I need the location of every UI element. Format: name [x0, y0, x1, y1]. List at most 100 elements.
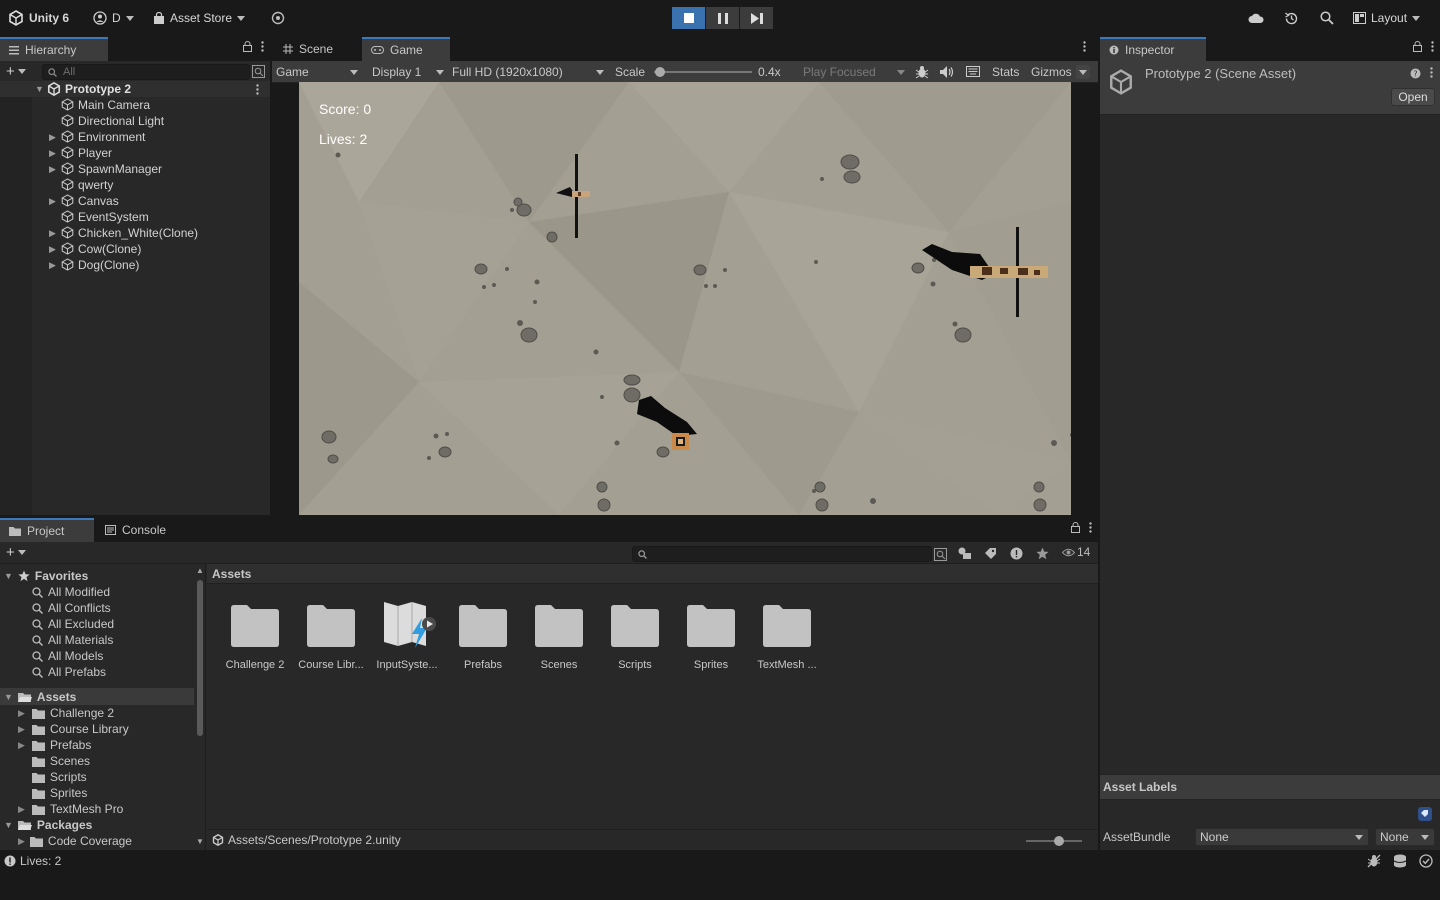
help-icon[interactable]: ?: [1410, 68, 1421, 79]
hierarchy-item[interactable]: ▶ Environment: [0, 129, 270, 145]
kebab-menu-icon[interactable]: [1430, 67, 1433, 78]
play-button[interactable]: [672, 7, 705, 29]
favorite-star-icon[interactable]: [1036, 547, 1049, 560]
cache-server-icon[interactable]: [1393, 854, 1407, 868]
play-focused-dropdown[interactable]: Play Focused: [803, 63, 905, 81]
kebab-menu-icon[interactable]: [261, 41, 264, 52]
scale-slider[interactable]: [654, 67, 752, 77]
asset-store-dropdown[interactable]: Asset Store: [153, 9, 246, 27]
asset-folder-item[interactable]: ▶ Challenge 2: [18, 705, 114, 721]
expand-arrow-icon[interactable]: ▶: [49, 228, 56, 239]
tag-icon[interactable]: [1418, 807, 1432, 821]
asset-folder-item[interactable]: ▶ Prefabs: [18, 737, 91, 753]
favorite-item[interactable]: All Excluded: [32, 616, 114, 632]
hierarchy-item[interactable]: ▶ SpawnManager: [0, 161, 270, 177]
expand-arrow-icon[interactable]: ▶: [18, 836, 25, 847]
gizmos-dropdown-button[interactable]: [1076, 65, 1090, 79]
tab-game[interactable]: Game: [362, 37, 450, 61]
scrollbar-thumb[interactable]: [197, 580, 203, 736]
expand-arrow-icon[interactable]: ▶: [18, 724, 27, 735]
scene-row[interactable]: ▼ Prototype 2: [0, 81, 270, 97]
speaker-icon[interactable]: [940, 66, 954, 78]
hidden-packages-toggle[interactable]: 14: [1062, 545, 1090, 559]
asset-grid-item[interactable]: InputSyste...: [369, 600, 445, 676]
lock-icon[interactable]: [243, 41, 252, 52]
asset-folder-item[interactable]: ▶ TextMesh Pro: [18, 801, 123, 817]
expand-arrow-icon[interactable]: ▼: [4, 820, 13, 830]
expand-arrow-icon[interactable]: ▶: [18, 708, 27, 719]
expand-arrow-icon[interactable]: ▶: [18, 804, 27, 815]
asset-grid-item[interactable]: Scripts: [597, 600, 673, 676]
package-item[interactable]: ▶ Code Coverage: [18, 833, 132, 849]
stats-button[interactable]: Stats: [992, 63, 1019, 81]
hierarchy-item[interactable]: Directional Light: [0, 113, 270, 129]
keyboard-icon[interactable]: [966, 66, 980, 77]
expand-arrow-icon[interactable]: ▶: [49, 148, 56, 159]
asset-grid-item[interactable]: TextMesh ...: [749, 600, 825, 676]
expand-arrow-icon[interactable]: ▶: [18, 740, 27, 751]
assetbundle-dropdown[interactable]: None: [1195, 828, 1369, 846]
create-asset-button[interactable]: +: [6, 545, 26, 560]
asset-folder-item[interactable]: Scripts: [18, 769, 87, 785]
search-scope-icon[interactable]: [934, 548, 947, 561]
hierarchy-item[interactable]: ▶ Dog(Clone): [0, 257, 270, 273]
gizmos-button[interactable]: Gizmos: [1031, 63, 1072, 81]
expand-arrow-icon[interactable]: ▼: [35, 84, 44, 94]
asset-folder-item[interactable]: Sprites: [18, 785, 87, 801]
scroll-down-icon[interactable]: ▼: [196, 837, 204, 846]
favorite-item[interactable]: All Conflicts: [32, 600, 111, 616]
icon-size-slider[interactable]: [1026, 836, 1082, 846]
project-search-input[interactable]: [632, 546, 932, 562]
create-button[interactable]: +: [6, 64, 26, 79]
undo-history-button[interactable]: [1284, 9, 1299, 27]
hierarchy-search-input[interactable]: All: [42, 64, 250, 80]
assets-root[interactable]: ▼ Assets: [4, 689, 76, 705]
asset-grid-item[interactable]: Challenge 2: [217, 600, 293, 676]
favorites-header[interactable]: ▼ Favorites: [4, 568, 88, 584]
favorite-item[interactable]: All Materials: [32, 632, 113, 648]
unity-menu[interactable]: Unity 6: [8, 9, 69, 27]
expand-arrow-icon[interactable]: ▼: [4, 692, 13, 702]
hierarchy-item[interactable]: Main Camera: [0, 97, 270, 113]
hierarchy-item[interactable]: qwerty: [0, 177, 270, 193]
tab-scene[interactable]: Scene: [274, 37, 342, 61]
progress-check-icon[interactable]: [1419, 854, 1433, 868]
assets-breadcrumb[interactable]: Assets: [207, 564, 1098, 584]
asset-grid-item[interactable]: Course Libr...: [293, 600, 369, 676]
tree-scrollbar[interactable]: ▲ ▼: [196, 566, 204, 846]
asset-grid-item[interactable]: Prefabs: [445, 600, 521, 676]
tab-console[interactable]: Console: [96, 518, 175, 542]
asset-folder-item[interactable]: Scenes: [18, 753, 90, 769]
game-viewport[interactable]: Score: 0 Lives: 2: [299, 82, 1071, 515]
step-button[interactable]: [740, 7, 773, 29]
lock-icon[interactable]: [1071, 522, 1080, 533]
cloud-button[interactable]: [1248, 9, 1264, 27]
account-dropdown[interactable]: D: [93, 9, 134, 27]
scene-search-icon[interactable]: [252, 65, 265, 78]
tab-project[interactable]: Project: [0, 518, 94, 542]
tab-hierarchy[interactable]: Hierarchy: [0, 37, 108, 61]
expand-arrow-icon[interactable]: ▶: [49, 132, 56, 143]
hierarchy-item[interactable]: ▶ Canvas: [0, 193, 270, 209]
lock-icon[interactable]: [1413, 41, 1422, 52]
pause-button[interactable]: [706, 7, 739, 29]
bug-icon[interactable]: [915, 65, 929, 79]
kebab-menu-icon[interactable]: [1089, 522, 1092, 533]
expand-arrow-icon[interactable]: ▶: [49, 260, 56, 271]
layout-dropdown[interactable]: Layout: [1353, 9, 1421, 27]
icon-size-handle[interactable]: [1054, 836, 1064, 846]
asset-grid-item[interactable]: Sprites: [673, 600, 749, 676]
scroll-up-icon[interactable]: ▲: [196, 566, 204, 575]
hierarchy-item[interactable]: ▶ Player: [0, 145, 270, 161]
display-dropdown[interactable]: Display 1: [372, 63, 444, 81]
resolution-dropdown[interactable]: Full HD (1920x1080): [452, 63, 604, 81]
favorite-item[interactable]: All Prefabs: [32, 664, 106, 680]
filter-by-type-icon[interactable]: [958, 547, 972, 560]
favorite-item[interactable]: All Models: [32, 648, 103, 664]
scale-slider-handle[interactable]: [654, 67, 665, 77]
hierarchy-item[interactable]: EventSystem: [0, 209, 270, 225]
expand-arrow-icon[interactable]: ▶: [49, 244, 56, 255]
version-control-button[interactable]: [271, 9, 285, 27]
hierarchy-item[interactable]: ▶ Cow(Clone): [0, 241, 270, 257]
view-mode-dropdown[interactable]: Game: [276, 63, 360, 81]
